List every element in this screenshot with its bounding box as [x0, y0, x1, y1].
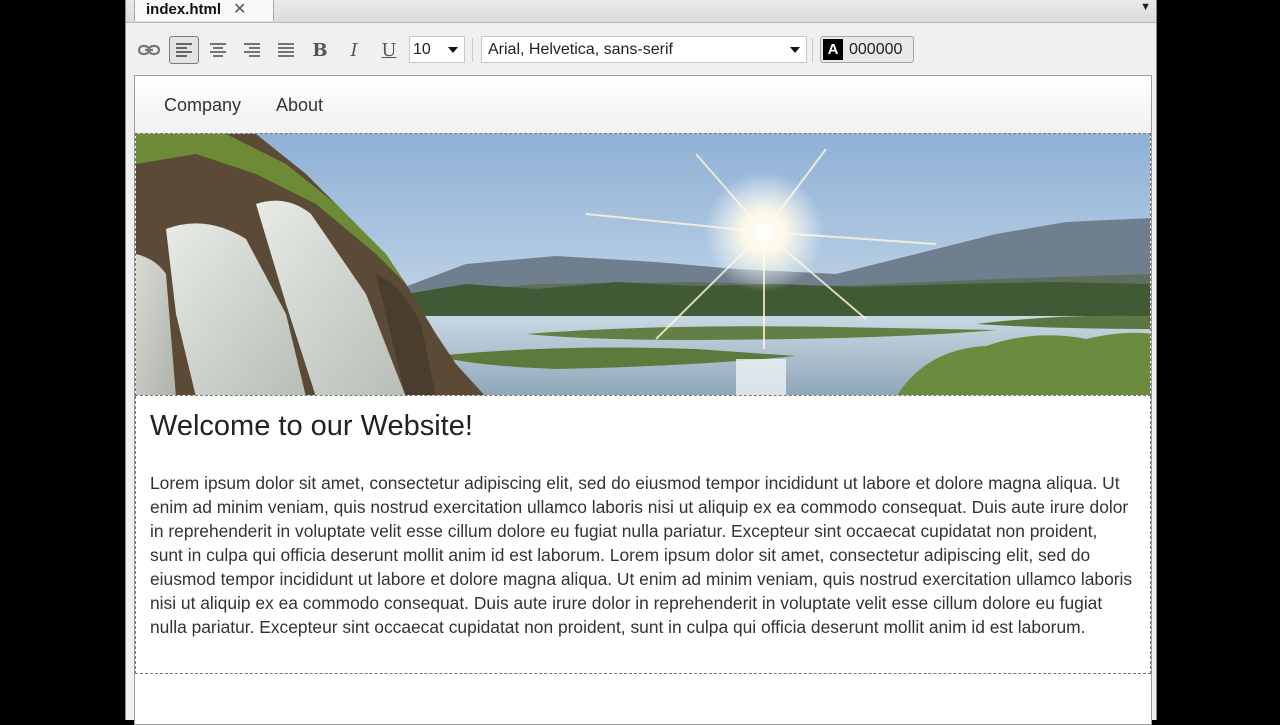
- body-paragraph: Lorem ipsum dolor sit amet, consectetur …: [150, 473, 1133, 637]
- tab-index-html[interactable]: index.html ✕: [134, 0, 274, 21]
- align-left-icon[interactable]: [169, 36, 199, 64]
- close-icon[interactable]: ✕: [233, 0, 246, 19]
- nav-link-about[interactable]: About: [276, 95, 323, 116]
- text-color-button[interactable]: A 000000: [820, 36, 914, 63]
- italic-button[interactable]: I: [339, 36, 369, 64]
- chevron-down-icon: [790, 47, 800, 53]
- font-family-select[interactable]: Arial, Helvetica, sans-serif: [481, 36, 807, 63]
- italic-label: I: [350, 39, 358, 61]
- tab-menu-chevron-icon[interactable]: ▼: [1140, 1, 1151, 13]
- underline-label: U: [381, 39, 397, 61]
- align-center-icon[interactable]: [203, 36, 233, 64]
- font-size-select[interactable]: 10: [409, 36, 465, 63]
- text-color-value: 000000: [849, 40, 903, 58]
- hero-image[interactable]: [135, 133, 1151, 396]
- font-family-value: Arial, Helvetica, sans-serif: [488, 41, 673, 58]
- font-size-value: 10: [413, 41, 431, 58]
- chevron-down-icon: [448, 47, 458, 53]
- bold-button[interactable]: B: [305, 36, 335, 64]
- tab-title: index.html: [146, 0, 222, 18]
- wysiwyg-editor[interactable]: Company About Welcome to our Website! Lo…: [134, 75, 1152, 725]
- align-justify-icon[interactable]: [271, 36, 301, 64]
- underline-button[interactable]: U: [374, 36, 404, 64]
- editor-window: index.html ✕ ▼ B I U 10 Arial, Helvetica…: [125, 0, 1157, 725]
- nav-link-company[interactable]: Company: [164, 95, 241, 116]
- toolbar-divider: [472, 38, 473, 62]
- content-section[interactable]: Welcome to our Website! Lorem ipsum dolo…: [135, 396, 1151, 674]
- toolbar-divider: [812, 38, 813, 62]
- text-color-swatch-icon: A: [823, 39, 843, 60]
- bold-label: B: [312, 39, 328, 61]
- page-heading: Welcome to our Website!: [150, 410, 473, 442]
- site-navbar: Company About: [135, 76, 1151, 134]
- tab-strip: index.html ✕ ▼: [126, 0, 1156, 23]
- align-right-icon[interactable]: [237, 36, 267, 64]
- formatting-toolbar: B I U 10 Arial, Helvetica, sans-serif A …: [126, 24, 1156, 74]
- link-icon[interactable]: [134, 36, 164, 64]
